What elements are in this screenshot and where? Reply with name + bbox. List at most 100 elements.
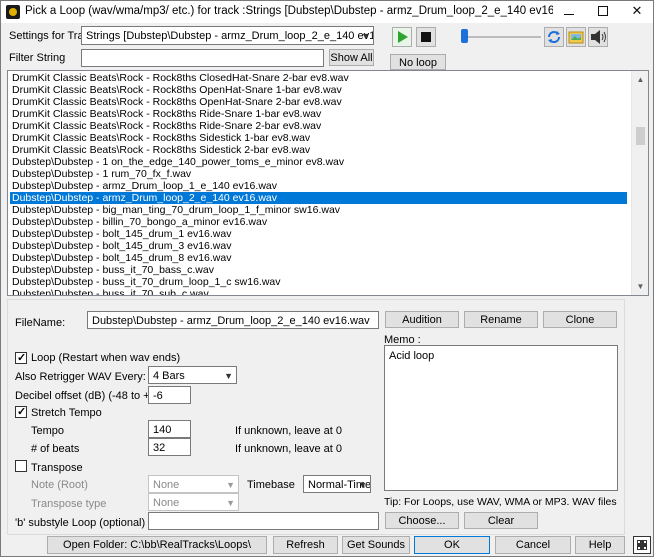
note-root-select[interactable]: None ▼ <box>148 475 239 493</box>
retrigger-value: 4 Bars <box>153 370 185 382</box>
film-strip-icon[interactable] <box>633 536 651 554</box>
beats-label: # of beats <box>31 443 80 455</box>
memo-textarea[interactable]: Acid loop <box>384 345 618 491</box>
play-icon <box>393 28 411 46</box>
retrigger-label: Also Retrigger WAV Every: <box>15 371 146 383</box>
list-item[interactable]: Dubstep\Dubstep - 1 rum_70_fx_f.wav <box>10 168 627 180</box>
beats-hint: If unknown, leave at 0 <box>235 443 343 455</box>
speaker-icon <box>591 30 606 44</box>
loop-checkbox[interactable] <box>15 351 27 364</box>
loop-toggle-button[interactable] <box>544 27 564 47</box>
transpose-checkbox[interactable] <box>15 460 27 472</box>
list-item[interactable]: Dubstep\Dubstep - billin_70_bongo_a_mino… <box>10 216 627 228</box>
maximize-button[interactable] <box>587 1 619 23</box>
window-title: Pick a Loop (wav/wma/mp3/ etc.) for trac… <box>25 5 553 17</box>
list-item[interactable]: DrumKit Classic Beats\Rock - Rock8ths Ri… <box>10 108 627 120</box>
pick-loop-dialog: Pick a Loop (wav/wma/mp3/ etc.) for trac… <box>0 0 654 557</box>
close-button[interactable]: ✕ <box>621 1 653 23</box>
tempo-input[interactable]: 140 <box>148 420 191 438</box>
substyle-input[interactable] <box>148 512 379 530</box>
timebase-select[interactable]: Normal-Time ▼ <box>303 475 371 493</box>
filter-string-input[interactable] <box>81 49 324 67</box>
scrollbar-thumb[interactable] <box>636 127 645 145</box>
chevron-down-icon: ▼ <box>361 31 370 41</box>
list-item[interactable]: DrumKit Classic Beats\Rock - Rock8ths Si… <box>10 144 627 156</box>
speaker-button[interactable] <box>588 27 608 47</box>
filename-label: FileName: <box>15 317 66 329</box>
list-item[interactable]: DrumKit Classic Beats\Rock - Rock8ths Cl… <box>10 72 627 84</box>
note-root-value: None <box>153 479 180 491</box>
beats-input[interactable]: 32 <box>148 438 191 456</box>
retrigger-select[interactable]: 4 Bars ▼ <box>148 366 237 384</box>
substyle-label: 'b' substyle Loop (optional) <box>15 517 146 529</box>
transpose-type-value: None <box>153 497 180 509</box>
minimize-button[interactable] <box>553 1 585 23</box>
image-folder-icon <box>568 31 584 44</box>
slider-track <box>461 36 541 38</box>
list-item[interactable]: Dubstep\Dubstep - big_man_ting_70_drum_l… <box>10 204 627 216</box>
close-icon: ✕ <box>631 3 643 18</box>
show-all-button[interactable]: Show All <box>329 49 374 66</box>
tempo-hint: If unknown, leave at 0 <box>235 425 343 437</box>
list-vertical-scrollbar[interactable]: ▲ ▼ <box>631 71 648 295</box>
ok-button[interactable]: OK <box>414 536 490 554</box>
open-folder-button[interactable]: Open Folder: C:\bb\RealTracks\Loops\ <box>47 536 267 554</box>
chevron-down-icon: ▼ <box>226 480 235 490</box>
list-item[interactable]: Dubstep\Dubstep - armz_Drum_loop_2_e_140… <box>10 192 627 204</box>
clear-button[interactable]: Clear <box>464 512 538 529</box>
slider-thumb[interactable] <box>461 29 468 43</box>
scroll-down-icon[interactable]: ▼ <box>632 278 648 295</box>
minimize-icon <box>564 14 574 15</box>
note-root-label: Note (Root) <box>31 479 88 491</box>
stop-icon <box>421 32 431 42</box>
settings-for-track-select[interactable]: Strings [Dubstep\Dubstep - armz_Drum_loo… <box>81 26 374 45</box>
decibel-label: Decibel offset (dB) (-48 to +48) <box>15 390 166 402</box>
list-item[interactable]: DrumKit Classic Beats\Rock - Rock8ths Si… <box>10 132 627 144</box>
list-item[interactable]: DrumKit Classic Beats\Rock - Rock8ths Op… <box>10 84 627 96</box>
help-button[interactable]: Help <box>575 536 625 554</box>
app-icon <box>6 5 20 19</box>
rename-button[interactable]: Rename <box>464 311 538 328</box>
no-loop-button[interactable]: No loop <box>390 54 446 70</box>
decibel-input[interactable]: -6 <box>148 386 191 404</box>
chevron-down-icon: ▼ <box>224 371 233 381</box>
list-item[interactable]: Dubstep\Dubstep - buss_it_70_sub_c.wav <box>10 288 627 295</box>
transpose-label: Transpose <box>31 462 83 474</box>
stretch-tempo-checkbox[interactable] <box>15 405 27 418</box>
chevron-down-icon: ▼ <box>358 480 367 490</box>
list-item[interactable]: DrumKit Classic Beats\Rock - Rock8ths Op… <box>10 96 627 108</box>
list-item[interactable]: Dubstep\Dubstep - buss_it_70_drum_loop_1… <box>10 276 627 288</box>
filter-string-label: Filter String <box>9 52 66 64</box>
filename-input[interactable]: Dubstep\Dubstep - armz_Drum_loop_2_e_140… <box>87 311 379 329</box>
maximize-icon <box>598 6 608 16</box>
chevron-down-icon: ▼ <box>226 498 235 508</box>
loop-checkbox-label: Loop (Restart when wav ends) <box>31 352 181 364</box>
loop-icon <box>548 31 560 43</box>
list-item[interactable]: Dubstep\Dubstep - bolt_145_drum_1 ev16.w… <box>10 228 627 240</box>
clone-button[interactable]: Clone <box>543 311 617 328</box>
cancel-button[interactable]: Cancel <box>495 536 571 554</box>
list-item[interactable]: Dubstep\Dubstep - buss_it_70_bass_c.wav <box>10 264 627 276</box>
title-bar: Pick a Loop (wav/wma/mp3/ etc.) for trac… <box>1 1 653 23</box>
refresh-button[interactable]: Refresh <box>273 536 338 554</box>
transpose-type-select[interactable]: None ▼ <box>148 493 239 511</box>
get-sounds-button[interactable]: Get Sounds <box>342 536 410 554</box>
transpose-type-label: Transpose type <box>31 498 107 510</box>
audition-button[interactable]: Audition <box>385 311 459 328</box>
list-item[interactable]: Dubstep\Dubstep - bolt_145_drum_3 ev16.w… <box>10 240 627 252</box>
play-button[interactable] <box>392 27 412 47</box>
list-item[interactable]: Dubstep\Dubstep - bolt_145_drum_8 ev16.w… <box>10 252 627 264</box>
list-item[interactable]: Dubstep\Dubstep - armz_Drum_loop_1_e_140… <box>10 180 627 192</box>
stop-button[interactable] <box>416 27 436 47</box>
film-strip-graphic <box>635 538 649 552</box>
loop-list[interactable]: DrumKit Classic Beats\Rock - Rock8ths Cl… <box>7 70 649 296</box>
image-folder-button[interactable] <box>566 27 586 47</box>
timebase-label: Timebase <box>247 479 295 491</box>
volume-slider[interactable] <box>461 29 541 45</box>
list-item[interactable]: Dubstep\Dubstep - 1 on_the_edge_140_powe… <box>10 156 627 168</box>
list-item[interactable]: DrumKit Classic Beats\Rock - Rock8ths Ri… <box>10 120 627 132</box>
tip-text: Tip: For Loops, use WAV, WMA or MP3. WAV… <box>384 496 617 508</box>
scroll-up-icon[interactable]: ▲ <box>632 71 648 88</box>
choose-button[interactable]: Choose... <box>385 512 459 529</box>
tempo-label: Tempo <box>31 425 65 437</box>
